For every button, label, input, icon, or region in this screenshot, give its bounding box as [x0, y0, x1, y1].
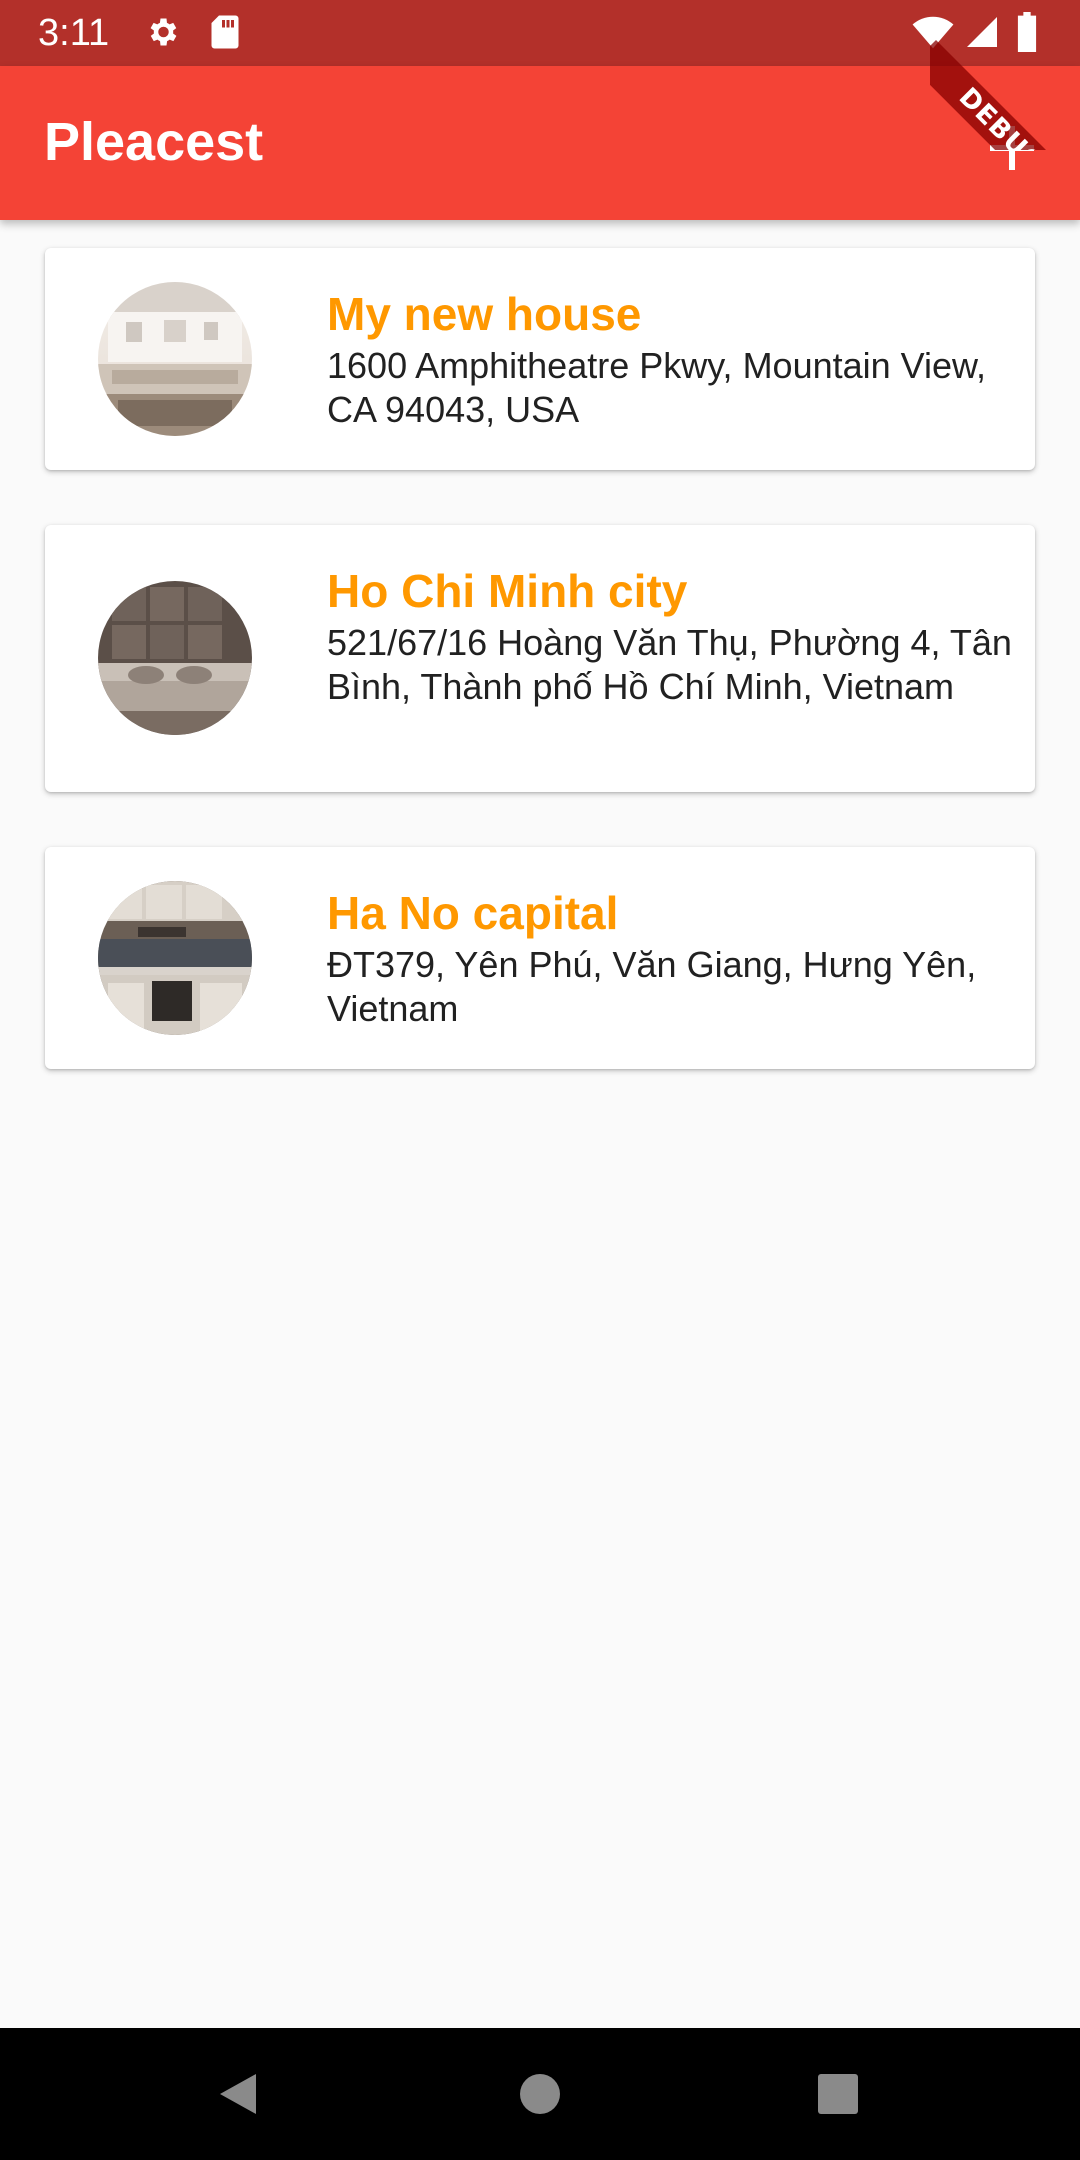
- wifi-icon: [912, 16, 954, 55]
- place-card[interactable]: My new house 1600 Amphitheatre Pkwy, Mou…: [45, 248, 1035, 470]
- gear-icon: [144, 14, 180, 55]
- place-thumbnail: [98, 581, 252, 735]
- system-navigation-bar: [0, 2028, 1080, 2160]
- app-bar: Pleacest: [0, 66, 1080, 220]
- add-place-button[interactable]: [980, 116, 1044, 180]
- recents-button[interactable]: [814, 2070, 862, 2118]
- battery-icon: [1016, 12, 1038, 57]
- place-address: 1600 Amphitheatre Pkwy, Mountain View, C…: [327, 345, 987, 430]
- home-icon: [520, 2074, 560, 2114]
- back-button[interactable]: [216, 2070, 264, 2118]
- status-time: 3:11: [38, 12, 110, 54]
- place-title: My new house: [327, 288, 642, 340]
- place-address: ĐT379, Yên Phú, Văn Giang, Hưng Yên, Vie…: [327, 944, 977, 1029]
- place-title: Ha No capital: [327, 887, 619, 939]
- place-card[interactable]: Ho Chi Minh city 521/67/16 Hoàng Văn Thụ…: [45, 525, 1035, 792]
- place-title: Ho Chi Minh city: [327, 565, 688, 617]
- app-title: Pleacest: [44, 112, 264, 172]
- status-bar: 3:11: [0, 0, 1080, 66]
- signal-icon: [964, 14, 1000, 55]
- home-button[interactable]: [516, 2070, 564, 2118]
- recents-icon: [818, 2074, 858, 2114]
- place-card[interactable]: Ha No capital ĐT379, Yên Phú, Văn Giang,…: [45, 847, 1035, 1069]
- sd-card-icon: [208, 14, 242, 55]
- back-icon: [220, 2074, 256, 2114]
- place-address: 521/67/16 Hoàng Văn Thụ, Phường 4, Tân B…: [327, 622, 1012, 707]
- place-thumbnail: [98, 282, 252, 436]
- place-thumbnail: [98, 881, 252, 1035]
- plus-icon: [990, 126, 1034, 170]
